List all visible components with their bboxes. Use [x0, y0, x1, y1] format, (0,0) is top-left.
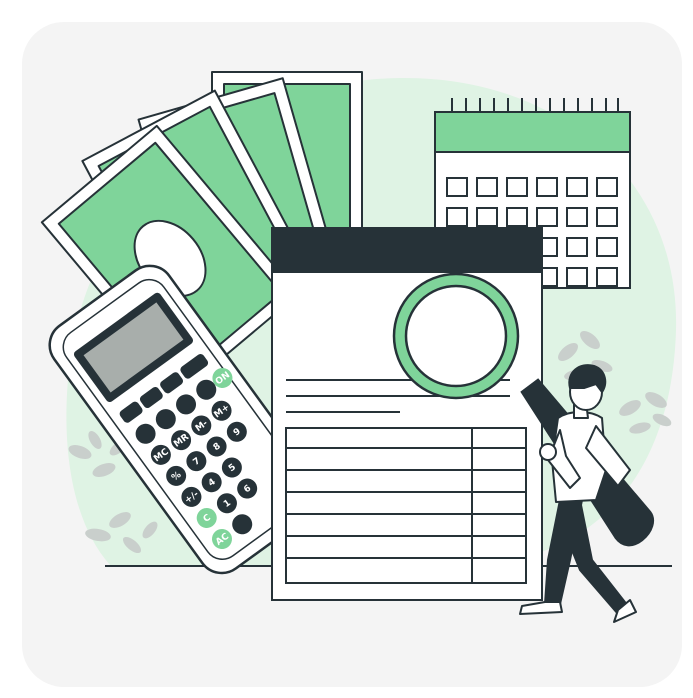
finance-illustration: ON MC MR M- M+ % 7 8 9 +/- 4 5 C 1 6 AC	[40, 71, 677, 623]
magnifier-lens	[404, 284, 508, 388]
document	[271, 227, 543, 601]
person-shoe-left	[519, 601, 563, 615]
document-header-bar	[271, 227, 543, 273]
